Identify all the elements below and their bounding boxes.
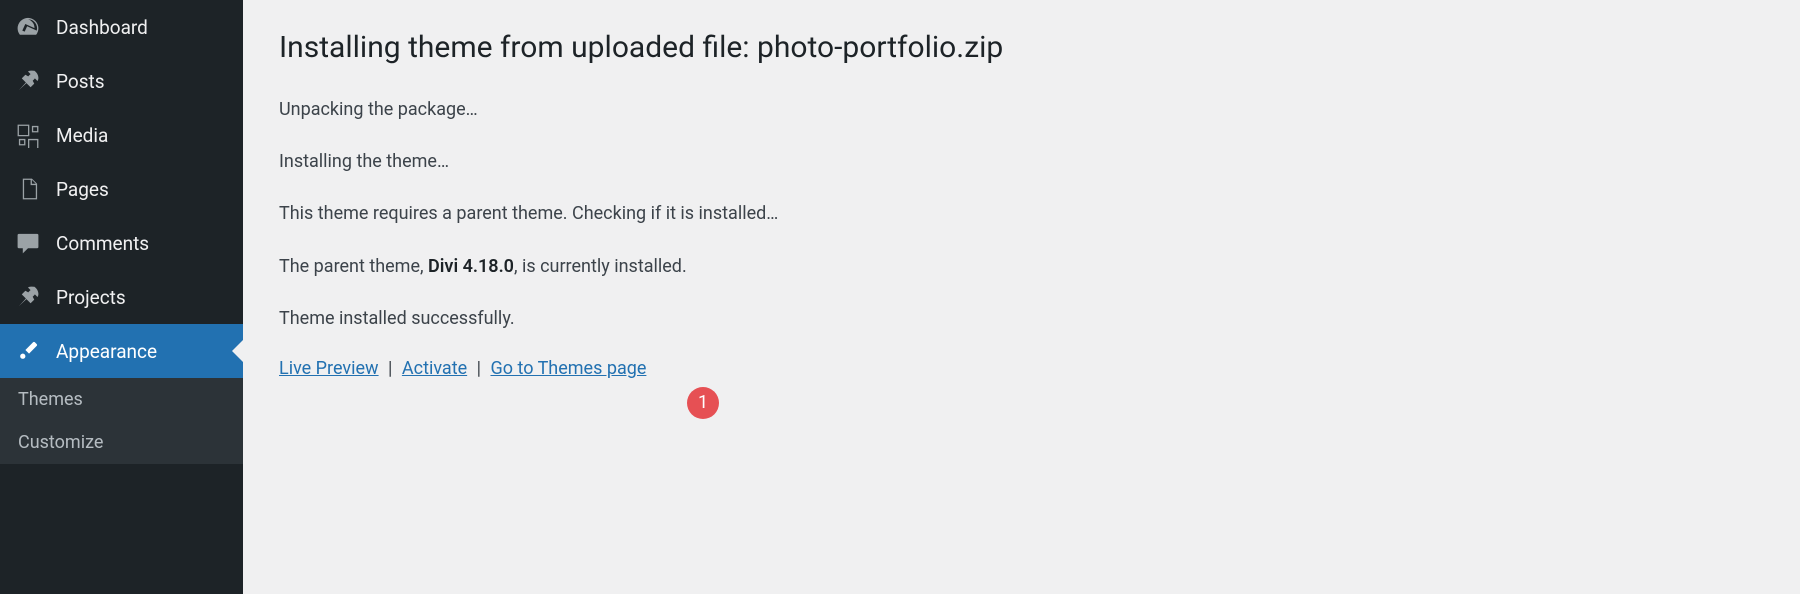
separator: |	[472, 358, 485, 379]
dashboard-icon	[14, 13, 42, 41]
admin-sidebar: Dashboard Posts Media Pages Comments Pro…	[0, 0, 243, 594]
pages-icon	[14, 175, 42, 203]
activate-link[interactable]: Activate	[402, 358, 467, 379]
sidebar-subitem-label: Customize	[18, 432, 103, 453]
pin-icon	[14, 283, 42, 311]
sidebar-item-label: Media	[56, 124, 108, 147]
sidebar-subitem-customize[interactable]: Customize	[0, 421, 243, 464]
sidebar-item-label: Projects	[56, 286, 126, 309]
sidebar-item-comments[interactable]: Comments	[0, 216, 243, 270]
status-unpacking: Unpacking the package…	[279, 97, 1764, 122]
parent-theme-prefix: The parent theme,	[279, 256, 428, 277]
main-content: Installing theme from uploaded file: pho…	[243, 0, 1800, 594]
sidebar-subitem-themes[interactable]: Themes	[0, 378, 243, 421]
parent-theme-name: Divi 4.18.0	[428, 256, 514, 277]
sidebar-item-label: Pages	[56, 178, 109, 201]
sidebar-item-appearance[interactable]: Appearance	[0, 324, 243, 378]
themes-page-link[interactable]: Go to Themes page	[490, 358, 646, 379]
live-preview-link[interactable]: Live Preview	[279, 358, 379, 379]
media-icon	[14, 121, 42, 149]
annotation-badge: 1	[687, 387, 719, 419]
pin-icon	[14, 67, 42, 95]
brush-icon	[14, 337, 42, 365]
action-links: Live Preview | Activate | Go to Themes p…	[279, 358, 1764, 379]
sidebar-subitem-label: Themes	[18, 389, 83, 410]
status-parent-check: This theme requires a parent theme. Chec…	[279, 201, 1764, 226]
sidebar-item-projects[interactable]: Projects	[0, 270, 243, 324]
sidebar-item-media[interactable]: Media	[0, 108, 243, 162]
sidebar-item-label: Posts	[56, 70, 105, 93]
sidebar-item-label: Comments	[56, 232, 149, 255]
status-installing: Installing the theme…	[279, 149, 1764, 174]
status-success: Theme installed successfully.	[279, 306, 1764, 331]
parent-theme-suffix: , is currently installed.	[514, 256, 687, 277]
separator: |	[384, 358, 397, 379]
comment-icon	[14, 229, 42, 257]
page-title: Installing theme from uploaded file: pho…	[279, 28, 1764, 67]
sidebar-item-posts[interactable]: Posts	[0, 54, 243, 108]
sidebar-item-pages[interactable]: Pages	[0, 162, 243, 216]
sidebar-item-label: Appearance	[56, 340, 157, 363]
sidebar-item-label: Dashboard	[56, 16, 148, 39]
sidebar-item-dashboard[interactable]: Dashboard	[0, 0, 243, 54]
status-parent-theme: The parent theme, Divi 4.18.0, is curren…	[279, 254, 1764, 279]
